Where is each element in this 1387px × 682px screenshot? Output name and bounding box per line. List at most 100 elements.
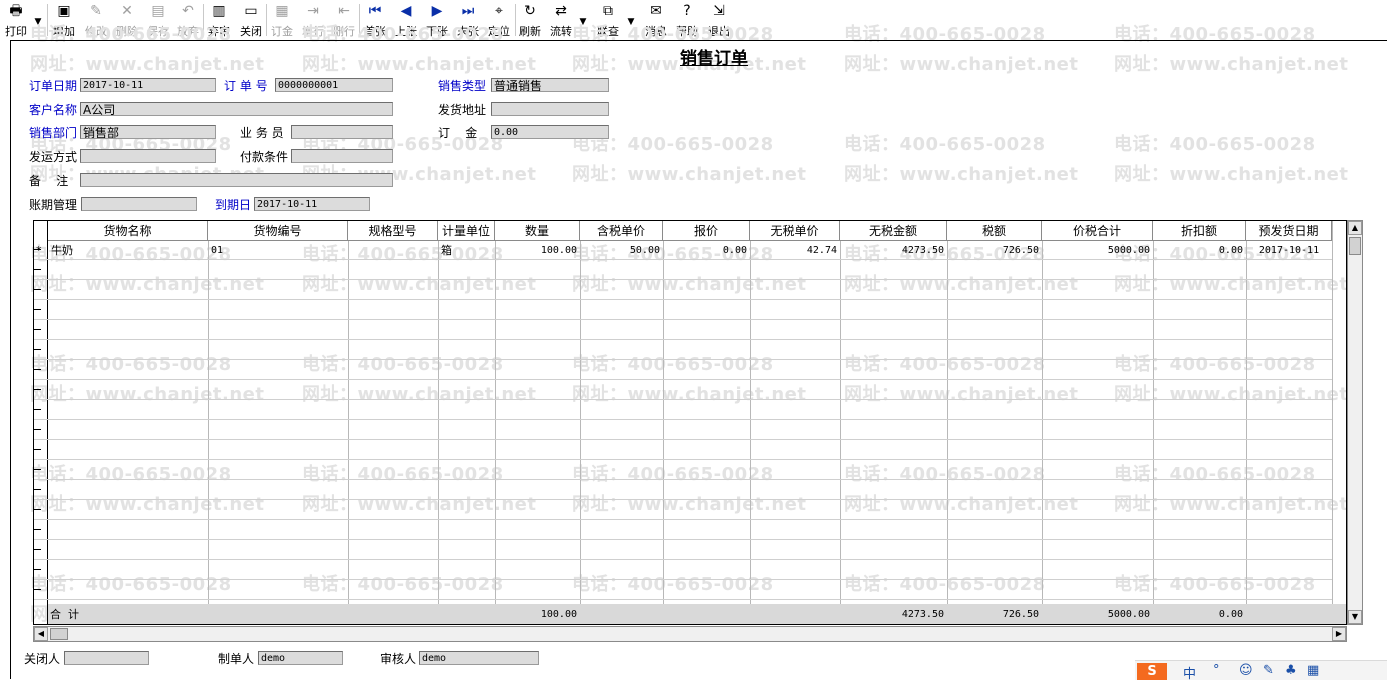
column-header[interactable]: 报价	[663, 221, 750, 241]
toolbar-button-exit[interactable]: ⇲ 退出	[705, 2, 733, 39]
column-header[interactable]: 预发货日期	[1246, 221, 1332, 241]
locate-icon: ⌖	[495, 3, 503, 19]
ime-handwrite-icon[interactable]: ✎	[1263, 663, 1274, 678]
toolbar-separator	[266, 4, 267, 36]
order-date-field[interactable]: 2017-10-11	[80, 78, 216, 92]
ship-address-field[interactable]	[491, 102, 609, 116]
toolbar-button-previous-record[interactable]: ◀ 上张	[392, 2, 420, 39]
table-cell[interactable]: 4273.50	[843, 242, 944, 260]
toolbar-button-locate[interactable]: ⌖ 定位	[485, 2, 513, 39]
horizontal-scroll-thumb[interactable]	[50, 628, 68, 640]
toolbar-button-add-doc[interactable]: ▣ 增加	[50, 2, 78, 39]
toolbar-button-label: 放弃	[177, 25, 199, 38]
department-field[interactable]: 销售部	[80, 125, 216, 139]
salesman-field[interactable]	[291, 125, 393, 139]
toolbar-button-help[interactable]: ? 帮助	[673, 2, 701, 39]
remark-field[interactable]	[80, 173, 393, 187]
column-header[interactable]: 折扣额	[1153, 221, 1246, 241]
toolbar-button-deposit[interactable]: ▦ 订金	[268, 2, 296, 39]
sale-type-field[interactable]: 普通销售	[491, 78, 609, 92]
ime-chinese-mode-icon[interactable]: 中	[1183, 663, 1196, 682]
closer-label: 关闭人	[24, 652, 61, 666]
toolbar-button-delete[interactable]: ✕ 删除	[113, 2, 141, 39]
detail-grid[interactable]: 货物名称 货物编号 规格型号 计量单位 数量 含税单价 报价 无税单价 无税金额 税额 价税合计 折扣…	[33, 220, 1347, 625]
ime-emoji-icon[interactable]: ☺	[1239, 663, 1253, 678]
vertical-scrollbar[interactable]: ▲ ▼	[1347, 220, 1363, 625]
table-cell[interactable]: 0.00	[666, 242, 747, 260]
row-divider	[34, 439, 1332, 440]
column-divider	[947, 221, 948, 624]
query-options-dropdown-icon[interactable]: ▼	[624, 10, 638, 34]
toolbar-button-undo[interactable]: ↶ 放弃	[174, 2, 202, 39]
table-cell[interactable]: 100.00	[498, 242, 577, 260]
pay-terms-field[interactable]	[291, 149, 393, 163]
open-folder-icon: ▭	[244, 3, 258, 19]
table-cell[interactable]: 42.74	[753, 242, 837, 260]
column-header[interactable]: 数量	[495, 221, 580, 241]
ime-toolbar[interactable]: S 中 ° ☺ ✎ ♣ ▦	[1135, 660, 1387, 682]
account-field[interactable]	[81, 197, 197, 211]
print-options-dropdown-icon[interactable]: ▼	[31, 10, 45, 34]
row-marker[interactable]: *	[36, 242, 42, 260]
toolbar-button-open-folder[interactable]: ▭ 关闭	[237, 2, 265, 39]
ime-punctuation-icon[interactable]: °	[1213, 663, 1220, 678]
ime-voice-icon[interactable]: ♣	[1285, 663, 1297, 678]
toolbar-button-add-row[interactable]: ⇥ 增行	[299, 2, 327, 39]
column-header[interactable]: 货物编号	[208, 221, 348, 241]
toolbar-button-printer[interactable]: 🖶 打印	[3, 2, 29, 39]
total-row	[48, 604, 1346, 624]
deposit-label: 订 金	[438, 126, 478, 140]
horizontal-scrollbar[interactable]: ◀ ▶	[33, 626, 1347, 642]
column-header[interactable]: 无税单价	[750, 221, 840, 241]
previous-record-icon: ◀	[400, 3, 412, 19]
row-marker-tick	[34, 269, 41, 270]
toolbar-button-save[interactable]: ▤ 保存	[144, 2, 172, 39]
scroll-right-icon[interactable]: ▶	[1332, 627, 1346, 641]
table-cell[interactable]: 5000.00	[1045, 242, 1150, 260]
due-date-field[interactable]: 2017-10-11	[254, 197, 370, 211]
customer-field[interactable]: A公司	[80, 102, 393, 116]
column-header[interactable]: 货物名称	[48, 221, 208, 241]
flow-options-dropdown-icon[interactable]: ▼	[576, 10, 590, 34]
toolbar-button-query[interactable]: ⧉ 联查	[594, 2, 622, 39]
ime-logo-icon[interactable]: S	[1137, 663, 1167, 680]
column-header[interactable]: 价税合计	[1042, 221, 1153, 241]
toolbar-button-last-record[interactable]: ⏭ 末张	[454, 2, 482, 39]
toolbar-button-delete-row[interactable]: ⇤ 删行	[330, 2, 358, 39]
column-header[interactable]: 计量单位	[438, 221, 495, 241]
table-cell[interactable]: 牛奶	[51, 242, 205, 260]
ship-method-field[interactable]	[80, 149, 216, 163]
ship-method-label: 发运方式	[29, 150, 78, 164]
toolbar-button-first-record[interactable]: ⏮ 首张	[361, 2, 389, 39]
column-divider	[208, 221, 209, 624]
table-cell[interactable]: 箱	[441, 242, 492, 260]
toolbar-button-refresh[interactable]: ↻ 刷新	[516, 2, 544, 39]
table-cell[interactable]: 2017-10-11	[1249, 242, 1329, 260]
column-header[interactable]: 税额	[947, 221, 1042, 241]
order-no-field[interactable]: 0000000001	[275, 78, 393, 92]
column-header[interactable]: 无税金额	[840, 221, 947, 241]
row-divider	[34, 419, 1332, 420]
toolbar-button-next-record[interactable]: ▶ 下张	[423, 2, 451, 39]
table-cell[interactable]: 50.00	[583, 242, 660, 260]
deposit-field[interactable]: 0.00	[491, 125, 609, 139]
table-cell[interactable]: 0.00	[1156, 242, 1243, 260]
scroll-left-icon[interactable]: ◀	[34, 627, 48, 641]
table-cell[interactable]: 01	[211, 242, 345, 260]
table-cell[interactable]	[351, 242, 435, 260]
scroll-up-icon[interactable]: ▲	[1348, 221, 1362, 235]
scroll-down-icon[interactable]: ▼	[1348, 610, 1362, 624]
next-record-icon: ▶	[431, 3, 443, 19]
toolbar-button-edit[interactable]: ✎ 修改	[82, 2, 110, 39]
vertical-scroll-thumb[interactable]	[1349, 237, 1361, 255]
ime-toolbox-icon[interactable]: ▦	[1307, 663, 1319, 678]
toolbar-button-label: 首张	[364, 25, 386, 38]
toolbar-button-unaudit[interactable]: ▥ 弃审	[205, 2, 233, 39]
table-cell[interactable]: 726.50	[950, 242, 1039, 260]
toolbar-button-message[interactable]: ✉ 消息	[642, 2, 670, 39]
page-title: 销售订单	[680, 49, 748, 69]
column-header[interactable]: 含税单价	[580, 221, 663, 241]
toolbar-button-flow[interactable]: ⇄ 流转	[547, 2, 575, 39]
account-label: 账期管理	[29, 198, 78, 212]
column-header[interactable]: 规格型号	[348, 221, 438, 241]
